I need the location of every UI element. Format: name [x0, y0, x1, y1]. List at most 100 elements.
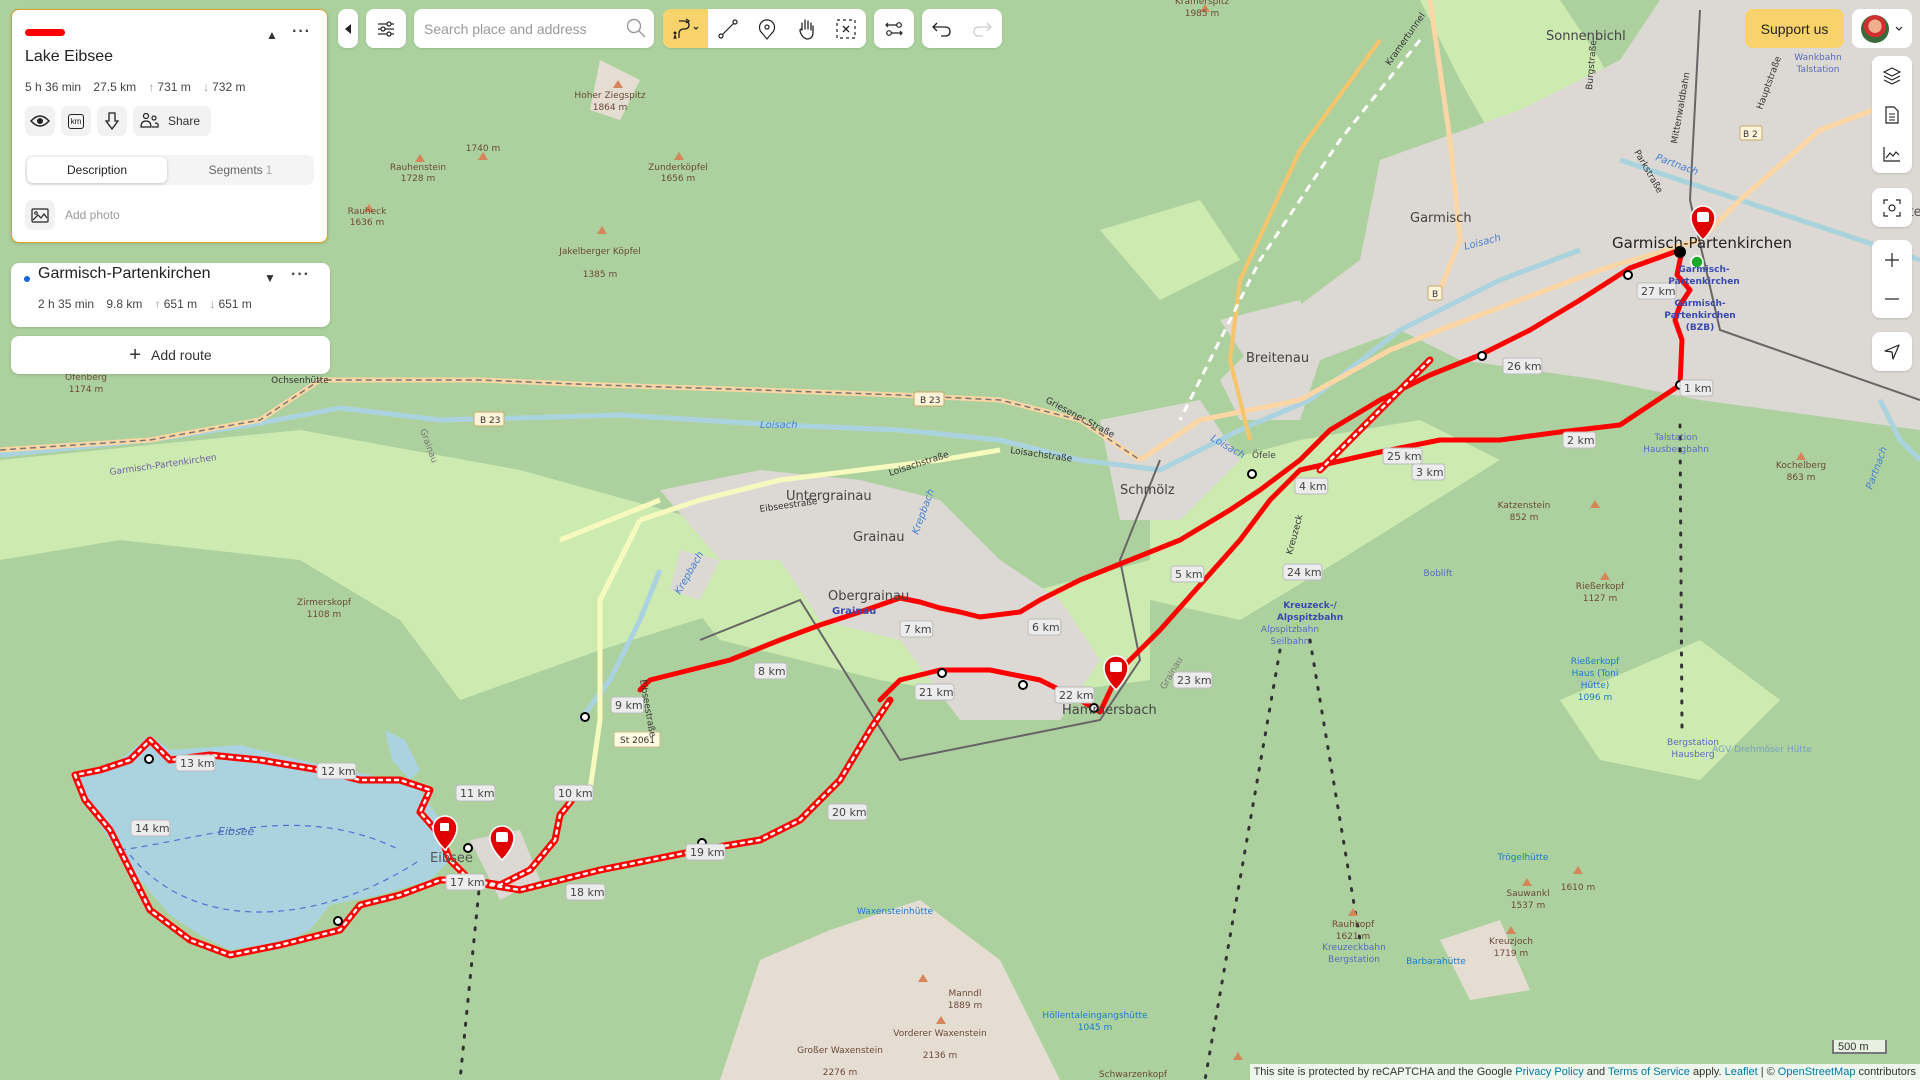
map-attribution: This site is protected by reCAPTCHA and …	[1249, 1064, 1920, 1080]
add-poi-tool[interactable]	[748, 9, 787, 48]
km-marker: 26 km	[1502, 357, 1543, 375]
route-waypoint[interactable]	[1623, 270, 1633, 280]
km-marker-label: 23 km	[1177, 674, 1212, 687]
geolocate-control	[1872, 332, 1912, 371]
segment-card[interactable]: Garmisch-Partenkirchen ▼ ··· 2 h 35 min …	[11, 263, 330, 327]
route-waypoint[interactable]	[1477, 351, 1487, 361]
poi-label: Alpspitzbahn	[1277, 613, 1343, 623]
zoom-in-button[interactable]	[1872, 240, 1912, 279]
route-color-indicator[interactable]	[25, 29, 65, 36]
route-more-options-icon[interactable]: ···	[292, 23, 311, 41]
poi-label: Hausbergbahn	[1643, 445, 1709, 455]
route-planning-tool[interactable]	[663, 9, 709, 48]
poi-label: Hausberg	[1671, 750, 1714, 760]
poi-label: AGV Drehmöser Hütte	[1712, 745, 1812, 755]
clear-selection-tool[interactable]	[827, 9, 866, 48]
add-route-button[interactable]: + Add route	[11, 336, 330, 374]
elevation-profile-button[interactable]	[1872, 134, 1912, 173]
add-route-label: Add route	[150, 347, 212, 363]
km-marker: 20 km	[827, 803, 868, 821]
route-waypoint[interactable]	[937, 668, 947, 678]
attribution-text: This site is protected by reCAPTCHA and …	[1253, 1066, 1513, 1078]
road-shield: St 2061	[620, 736, 655, 746]
minus-icon	[1885, 297, 1899, 300]
support-us-button[interactable]: Support us	[1745, 9, 1844, 48]
redo-icon	[973, 22, 992, 37]
poi-label: 1096 m	[1578, 693, 1613, 703]
place-label: Grainau	[853, 530, 904, 545]
clear-selection-icon	[836, 18, 856, 39]
reverse-route-button[interactable]	[874, 9, 914, 48]
peak-elevation: 1537 m	[1511, 901, 1546, 911]
segment-more-options-icon[interactable]: ···	[291, 266, 310, 284]
pan-tool[interactable]	[787, 9, 826, 48]
attribution-text: apply.	[1693, 1066, 1722, 1078]
download-button[interactable]	[97, 106, 127, 136]
tab-segments[interactable]: Segments 1	[169, 157, 312, 183]
descent-arrow-icon: ↓	[209, 297, 216, 311]
place-label: Schmölz	[1120, 483, 1175, 498]
privacy-policy-link[interactable]: Privacy Policy	[1515, 1066, 1583, 1078]
add-photo-button[interactable]	[25, 200, 55, 230]
search-input[interactable]	[422, 19, 621, 38]
tab-description[interactable]: Description	[27, 157, 167, 183]
redo-button[interactable]	[962, 9, 1002, 48]
route-waypoint[interactable]	[333, 916, 343, 926]
route-title[interactable]: Lake Eibsee	[25, 48, 113, 66]
poi-label: Hütte)	[1581, 681, 1610, 691]
undo-button[interactable]	[922, 9, 962, 48]
profile-menu-button[interactable]	[1852, 9, 1912, 48]
poi-label: Kreuzeck-/	[1283, 601, 1337, 611]
km-marker-label: 11 km	[460, 787, 495, 800]
add-photo-label[interactable]: Add photo	[65, 208, 120, 222]
peak-label: Rießerkopf	[1576, 582, 1625, 592]
km-marker: 3 km	[1411, 463, 1446, 481]
segment-title[interactable]: Garmisch-Partenkirchen	[38, 265, 211, 283]
zoom-out-button[interactable]	[1872, 279, 1912, 318]
km-marker-label: 14 km	[135, 822, 170, 835]
road-shield: B 23	[920, 396, 941, 406]
toggle-visibility-button[interactable]	[25, 106, 55, 136]
share-button[interactable]: Share	[133, 106, 211, 136]
locate-area-control	[1872, 188, 1912, 227]
search-icon[interactable]	[626, 18, 646, 38]
km-marker: 22 km	[1054, 686, 1095, 704]
peak-elevation: 1385 m	[583, 270, 618, 280]
lake-label: Eibsee	[218, 825, 254, 838]
layers-button[interactable]	[1872, 56, 1912, 95]
km-marker-label: 4 km	[1299, 480, 1327, 493]
route-waypoint[interactable]	[144, 754, 154, 764]
settings-sliders-button[interactable]	[366, 9, 406, 48]
segment-duration: 2 h 35 min	[38, 297, 95, 311]
fit-route-button[interactable]	[1872, 188, 1912, 227]
peak-label: Kramerspitz	[1175, 0, 1230, 7]
route-waypoint[interactable]	[580, 712, 590, 722]
collapse-panel-button[interactable]	[338, 9, 358, 48]
terms-of-service-link[interactable]: Terms of Service	[1608, 1066, 1690, 1078]
km-marker: 13 km	[175, 754, 216, 772]
place-label: Garmisch-Partenkirchen	[1612, 234, 1792, 252]
attribution-text: contributors	[1858, 1066, 1916, 1078]
km-marker-label: 18 km	[570, 886, 605, 899]
layers-icon	[1883, 66, 1901, 85]
expand-segment-caret-icon[interactable]: ▼	[264, 271, 276, 285]
drawing-tools	[663, 9, 866, 48]
pan-hand-icon	[799, 18, 814, 40]
km-marker-label: 25 km	[1387, 450, 1422, 463]
route-waypoint[interactable]	[1247, 469, 1257, 479]
route-card[interactable]: ▲ ··· Lake Eibsee 5 h 36 min 27.5 km ↑ 73…	[11, 9, 328, 243]
my-location-button[interactable]	[1872, 332, 1912, 371]
route-waypoint[interactable]	[1018, 680, 1028, 690]
openstreetmap-link[interactable]: OpenStreetMap	[1778, 1066, 1856, 1078]
straight-line-tool[interactable]	[708, 9, 747, 48]
collapse-route-caret-icon[interactable]: ▲	[266, 28, 278, 42]
triangle-left-icon	[345, 23, 351, 34]
peak-label: Rauhenstein	[390, 163, 446, 173]
leaflet-link[interactable]: Leaflet	[1725, 1066, 1758, 1078]
place-label: Sonnenbichl	[1546, 29, 1626, 44]
distance-markers-button[interactable]: km	[61, 106, 91, 136]
zoom-controls	[1872, 240, 1912, 318]
legend-button[interactable]	[1872, 95, 1912, 134]
poi-label: Garmisch-	[1678, 265, 1729, 275]
peak-elevation: 1864 m	[593, 103, 628, 113]
